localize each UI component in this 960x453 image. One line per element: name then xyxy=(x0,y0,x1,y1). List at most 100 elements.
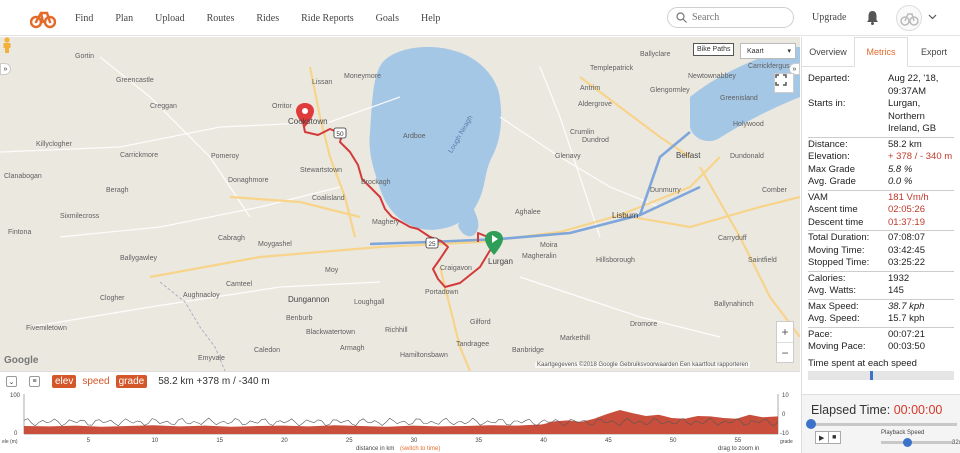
playback-position-track[interactable] xyxy=(807,423,957,426)
map-label-killyclogher: Killyclogher xyxy=(36,141,72,148)
y-tick-right-10: 10 xyxy=(782,393,789,399)
metric-value: 02:05:26 xyxy=(888,204,925,215)
elev-toggle[interactable]: elev xyxy=(52,375,77,388)
playback-speed-track[interactable] xyxy=(881,441,953,444)
metric-group: Pace: 00:07:21 Moving Pace: 00:03:50 xyxy=(808,326,954,354)
map-label-maghery: Maghery xyxy=(372,219,400,226)
avatar[interactable] xyxy=(896,5,922,31)
metric-row: Calories: 1932 xyxy=(808,273,954,286)
map-label-ballygawley: Ballygawley xyxy=(120,255,157,262)
menu-icon[interactable]: ≡ xyxy=(29,376,40,387)
nav-rides[interactable]: Rides xyxy=(256,13,279,24)
speed-toggle[interactable]: speed xyxy=(79,375,112,388)
tab-export[interactable]: Export xyxy=(908,37,960,66)
tab-overview[interactable]: Overview xyxy=(802,37,854,66)
elevation-chart[interactable]: 100 0 10 0 -10 ele (m) grade 5 10 15 20 25 30… xyxy=(0,391,800,453)
map-label-coalisland: Coalisland xyxy=(312,195,345,202)
y-tick-left-0: 0 xyxy=(14,431,18,437)
nav-plan[interactable]: Plan xyxy=(115,13,133,24)
metric-row: Max Grade 5.8 % xyxy=(808,164,954,177)
playback-position-knob[interactable] xyxy=(806,419,816,429)
search-input[interactable] xyxy=(692,12,782,23)
y-tick-right-minus10: -10 xyxy=(780,431,789,437)
map-label-portadown: Portadown xyxy=(425,289,459,296)
elapsed-time: Elapsed Time: 00:00:00 xyxy=(811,403,942,417)
elevation-toolbar: ⌄ ≡ elev speed grade 58.2 km +378 m / -3… xyxy=(0,371,800,391)
metric-value: 00:07:21 xyxy=(888,328,925,340)
metric-value: 07:08:07 xyxy=(888,232,925,243)
chevron-down-icon[interactable] xyxy=(928,12,937,21)
search-box[interactable] xyxy=(667,7,794,28)
map-label-gortin: Gortin xyxy=(75,53,95,60)
map-label-ballynahinch: Ballynahinch xyxy=(714,301,754,308)
metrics-list: Departed: Aug 22, '18, 09:37AM Starts in… xyxy=(802,67,960,380)
nav-ride-reports[interactable]: Ride Reports xyxy=(301,13,354,24)
metric-value: 145 xyxy=(888,285,904,296)
metric-group: Calories: 1932 Avg. Watts: 145 xyxy=(808,270,954,298)
metric-label: Moving Time: xyxy=(808,244,865,256)
stop-button[interactable]: ■ xyxy=(827,432,841,443)
map-label-dundrod: Dundrod xyxy=(582,137,609,144)
playback-speed-knob[interactable] xyxy=(903,438,912,447)
zoom-in-button[interactable]: + xyxy=(777,322,793,342)
switch-to-time-link[interactable]: (switch to time) xyxy=(400,446,440,452)
nav-upload[interactable]: Upload xyxy=(155,13,184,24)
map-label-moygashel: Moygashel xyxy=(258,241,292,248)
metric-row: Total Duration: 07:08:07 xyxy=(808,232,954,245)
nav-help[interactable]: Help xyxy=(421,13,440,24)
map-label-blackwatertown: Blackwatertown xyxy=(306,329,356,336)
nav-find[interactable]: Find xyxy=(75,13,93,24)
metric-label: Calories: xyxy=(808,272,846,284)
metric-label: Max Speed: xyxy=(808,300,859,312)
map-label-emyvale: Emyvale xyxy=(198,355,225,362)
map-label-dromore: Dromore xyxy=(630,321,658,328)
map-label-craigavon: Craigavon xyxy=(440,265,472,272)
map-label-beragh: Beragh xyxy=(106,187,129,194)
map-label-carrickmore: Carrickmore xyxy=(120,152,159,159)
zoom-out-button[interactable]: − xyxy=(777,342,793,362)
metric-row: Avg. Speed: 15.7 kph xyxy=(808,313,954,326)
metric-value: 00:03:50 xyxy=(888,341,925,352)
map-label-hamiltonsbawn: Hamiltonsbawn xyxy=(400,352,448,359)
play-button[interactable]: ▶ xyxy=(816,432,828,443)
pegman-icon[interactable] xyxy=(0,37,14,53)
bell-icon[interactable] xyxy=(866,10,879,25)
nav-routes[interactable]: Routes xyxy=(207,13,235,24)
map-label-moy: Moy xyxy=(325,267,339,274)
chevron-down-icon[interactable]: ⌄ xyxy=(6,376,17,387)
metric-row: VAM 181 Vm/h xyxy=(808,192,954,205)
x-tick-label: 40 xyxy=(540,438,547,444)
cycling-logo-icon[interactable] xyxy=(30,7,56,29)
grade-toggle[interactable]: grade xyxy=(115,375,148,388)
map-label-orritor: Orritor xyxy=(272,103,292,110)
map-type-select[interactable]: Kaart ▾ xyxy=(740,43,796,59)
metric-label: VAM xyxy=(808,191,828,203)
map-label-pomeroy: Pomeroy xyxy=(211,153,240,160)
fullscreen-button[interactable] xyxy=(774,73,794,93)
x-tick-label: 20 xyxy=(281,438,288,444)
map-label-aldergrove: Aldergrove xyxy=(578,101,612,108)
map-label-armagh: Armagh xyxy=(340,345,365,352)
elevation-summary: 58.2 km +378 m / -340 m xyxy=(158,376,270,387)
map-label-crumlin: Crumlin xyxy=(570,129,595,136)
bike-paths-toggle[interactable]: Bike Paths xyxy=(693,43,735,56)
map-label-belfast: Belfast xyxy=(676,151,701,160)
upgrade-link[interactable]: Upgrade xyxy=(812,12,846,23)
map-label-moira: Moira xyxy=(540,242,558,249)
zoom-control: + − xyxy=(776,321,794,363)
metric-label: Avg. Grade xyxy=(808,176,856,187)
route-map[interactable]: 50 25 Lough Neagh Belfast Lisburn Lurgan… xyxy=(0,37,800,371)
metric-row: Distance: 58.2 km xyxy=(808,139,954,152)
chevron-down-icon: ▾ xyxy=(787,48,791,55)
metric-value: 58.2 km xyxy=(888,138,922,150)
route-km-50: 50 xyxy=(336,131,344,138)
map-attribution[interactable]: Kaartgegevens ©2018 Google Gebruiksvoorw… xyxy=(535,362,751,368)
metric-group: Total Duration: 07:08:07 Moving Time: 03:42… xyxy=(808,230,954,270)
metric-value: 03:42:45 xyxy=(888,244,925,256)
tab-metrics[interactable]: Metrics xyxy=(854,37,908,67)
metric-row: Pace: 00:07:21 xyxy=(808,329,954,342)
map-label-lurgan: Lurgan xyxy=(488,257,513,266)
route-km-25: 25 xyxy=(428,241,436,248)
map-label-moneymore: Moneymore xyxy=(344,73,381,80)
nav-goals[interactable]: Goals xyxy=(376,13,399,24)
